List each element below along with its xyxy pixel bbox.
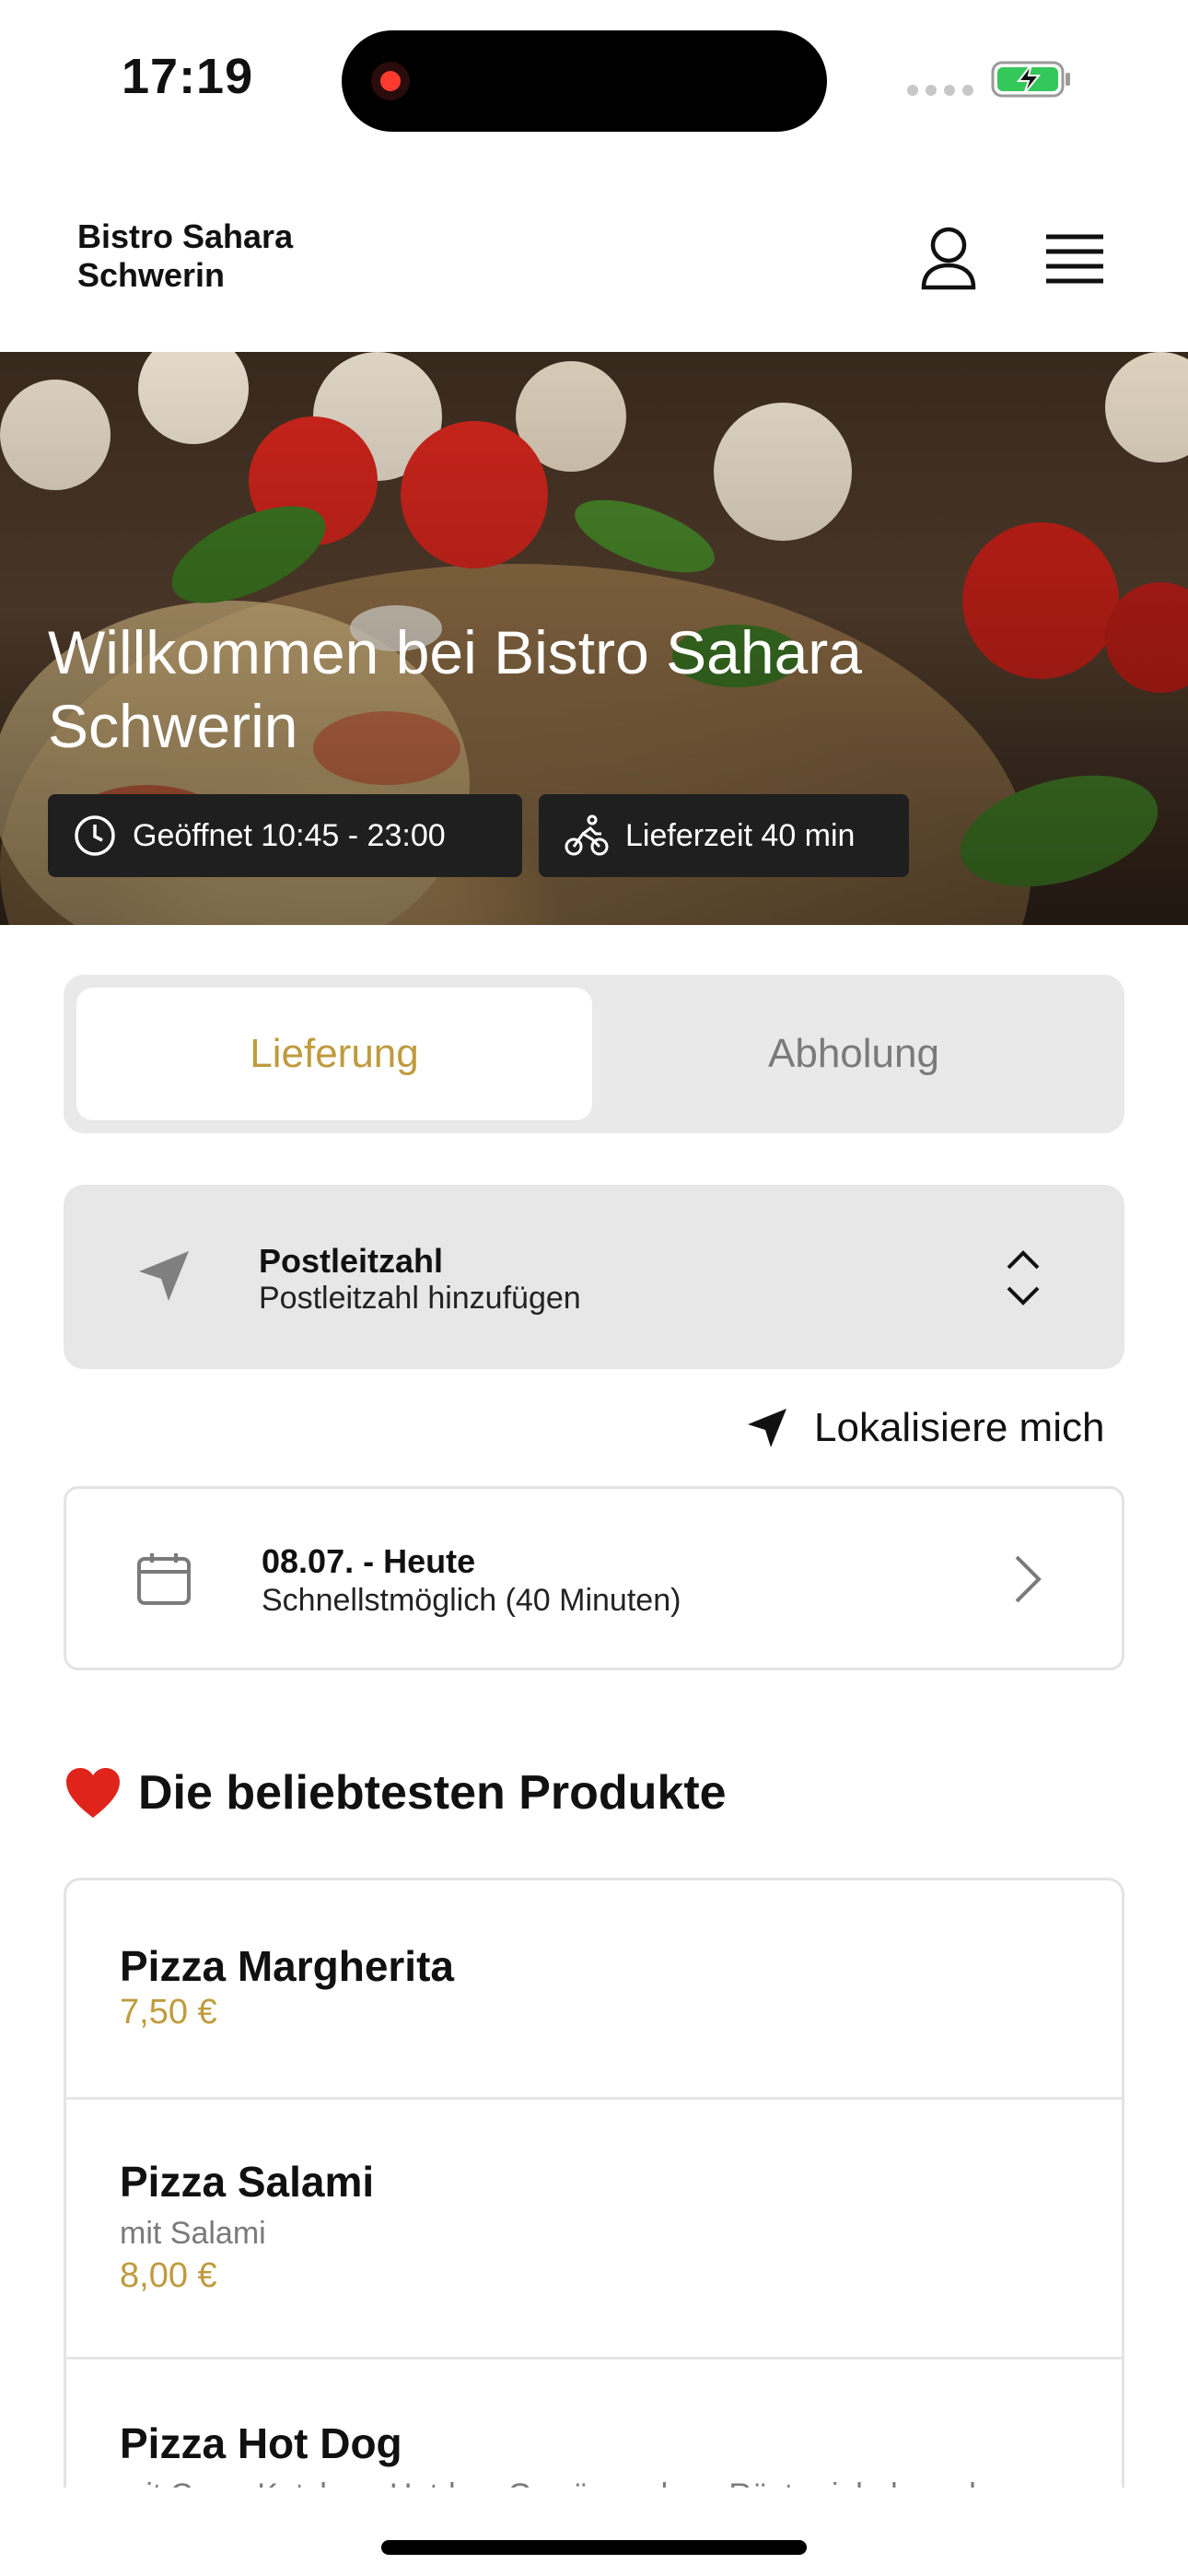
menu-icon[interactable] bbox=[1033, 217, 1116, 300]
locate-me-button[interactable]: Lokalisiere mich bbox=[746, 1400, 1104, 1456]
product-name: Pizza Hot Dog bbox=[120, 2419, 402, 2467]
opening-hours-text: Geöffnet 10:45 - 23:00 bbox=[133, 817, 446, 853]
delivery-date: 08.07. - Heute bbox=[262, 1542, 476, 1580]
postcode-label: Postleitzahl bbox=[259, 1242, 444, 1280]
chevron-right-icon bbox=[1015, 1555, 1042, 1603]
location-arrow-icon bbox=[139, 1251, 189, 1301]
postcode-selector[interactable]: Postleitzahl Postleitzahl hinzufügen bbox=[64, 1185, 1124, 1369]
product-description: mit Salami bbox=[120, 2216, 266, 2251]
opening-hours-badge: Geöffnet 10:45 - 23:00 bbox=[48, 794, 522, 877]
tab-pickup[interactable]: Abholung bbox=[596, 988, 1112, 1120]
navigation-arrow-icon bbox=[748, 1409, 786, 1447]
postcode-placeholder: Postleitzahl hinzufügen bbox=[259, 1281, 581, 1316]
signal-icon bbox=[907, 85, 973, 96]
product-item[interactable]: Pizza Hot Dog mit Curry-Ketchup, Hotdog,… bbox=[66, 2359, 1122, 2504]
product-name: Pizza Salami bbox=[120, 2158, 375, 2206]
order-mode-toggle: Lieferung Abholung bbox=[64, 975, 1124, 1133]
product-list: Pizza Margherita 7,50 € Pizza Salami mit… bbox=[64, 1878, 1124, 2504]
battery-charging-icon bbox=[991, 61, 1070, 98]
heart-icon bbox=[66, 1768, 120, 1818]
product-item[interactable]: Pizza Salami mit Salami 8,00 € bbox=[66, 2100, 1122, 2359]
popular-products-heading: Die beliebtesten Produkte bbox=[64, 1765, 727, 1821]
brand-name[interactable]: Bistro Sahara Schwerin bbox=[77, 217, 354, 295]
tab-delivery[interactable]: Lieferung bbox=[76, 988, 592, 1120]
delivery-time-selector[interactable]: 08.07. - Heute Schnellstmöglich (40 Minu… bbox=[64, 1486, 1124, 1670]
recording-indicator-icon bbox=[371, 62, 410, 100]
calendar-icon bbox=[137, 1553, 191, 1605]
delivery-time-badge: Lieferzeit 40 min bbox=[539, 794, 909, 877]
chevron-up-down-icon bbox=[1007, 1250, 1040, 1306]
product-price: 8,00 € bbox=[120, 2256, 217, 2295]
delivery-time-option: Schnellstmöglich (40 Minuten) bbox=[262, 1583, 681, 1618]
dynamic-island bbox=[342, 30, 827, 132]
product-name: Pizza Margherita bbox=[120, 1942, 454, 1990]
product-item[interactable]: Pizza Margherita 7,50 € bbox=[66, 1880, 1122, 2100]
locate-me-label: Lokalisiere mich bbox=[814, 1405, 1105, 1450]
hero-banner: Willkommen bei Bistro Sahara Schwerin Ge… bbox=[0, 352, 1188, 925]
home-indicator[interactable] bbox=[381, 2540, 807, 2555]
status-time: 17:19 bbox=[122, 49, 254, 104]
hero-title: Willkommen bei Bistro Sahara Schwerin bbox=[48, 618, 862, 760]
product-price: 7,50 € bbox=[120, 1993, 217, 2032]
bicycle-icon bbox=[565, 814, 609, 856]
account-icon[interactable] bbox=[907, 217, 990, 300]
delivery-time-text: Lieferzeit 40 min bbox=[625, 817, 856, 853]
clock-icon bbox=[75, 815, 115, 856]
